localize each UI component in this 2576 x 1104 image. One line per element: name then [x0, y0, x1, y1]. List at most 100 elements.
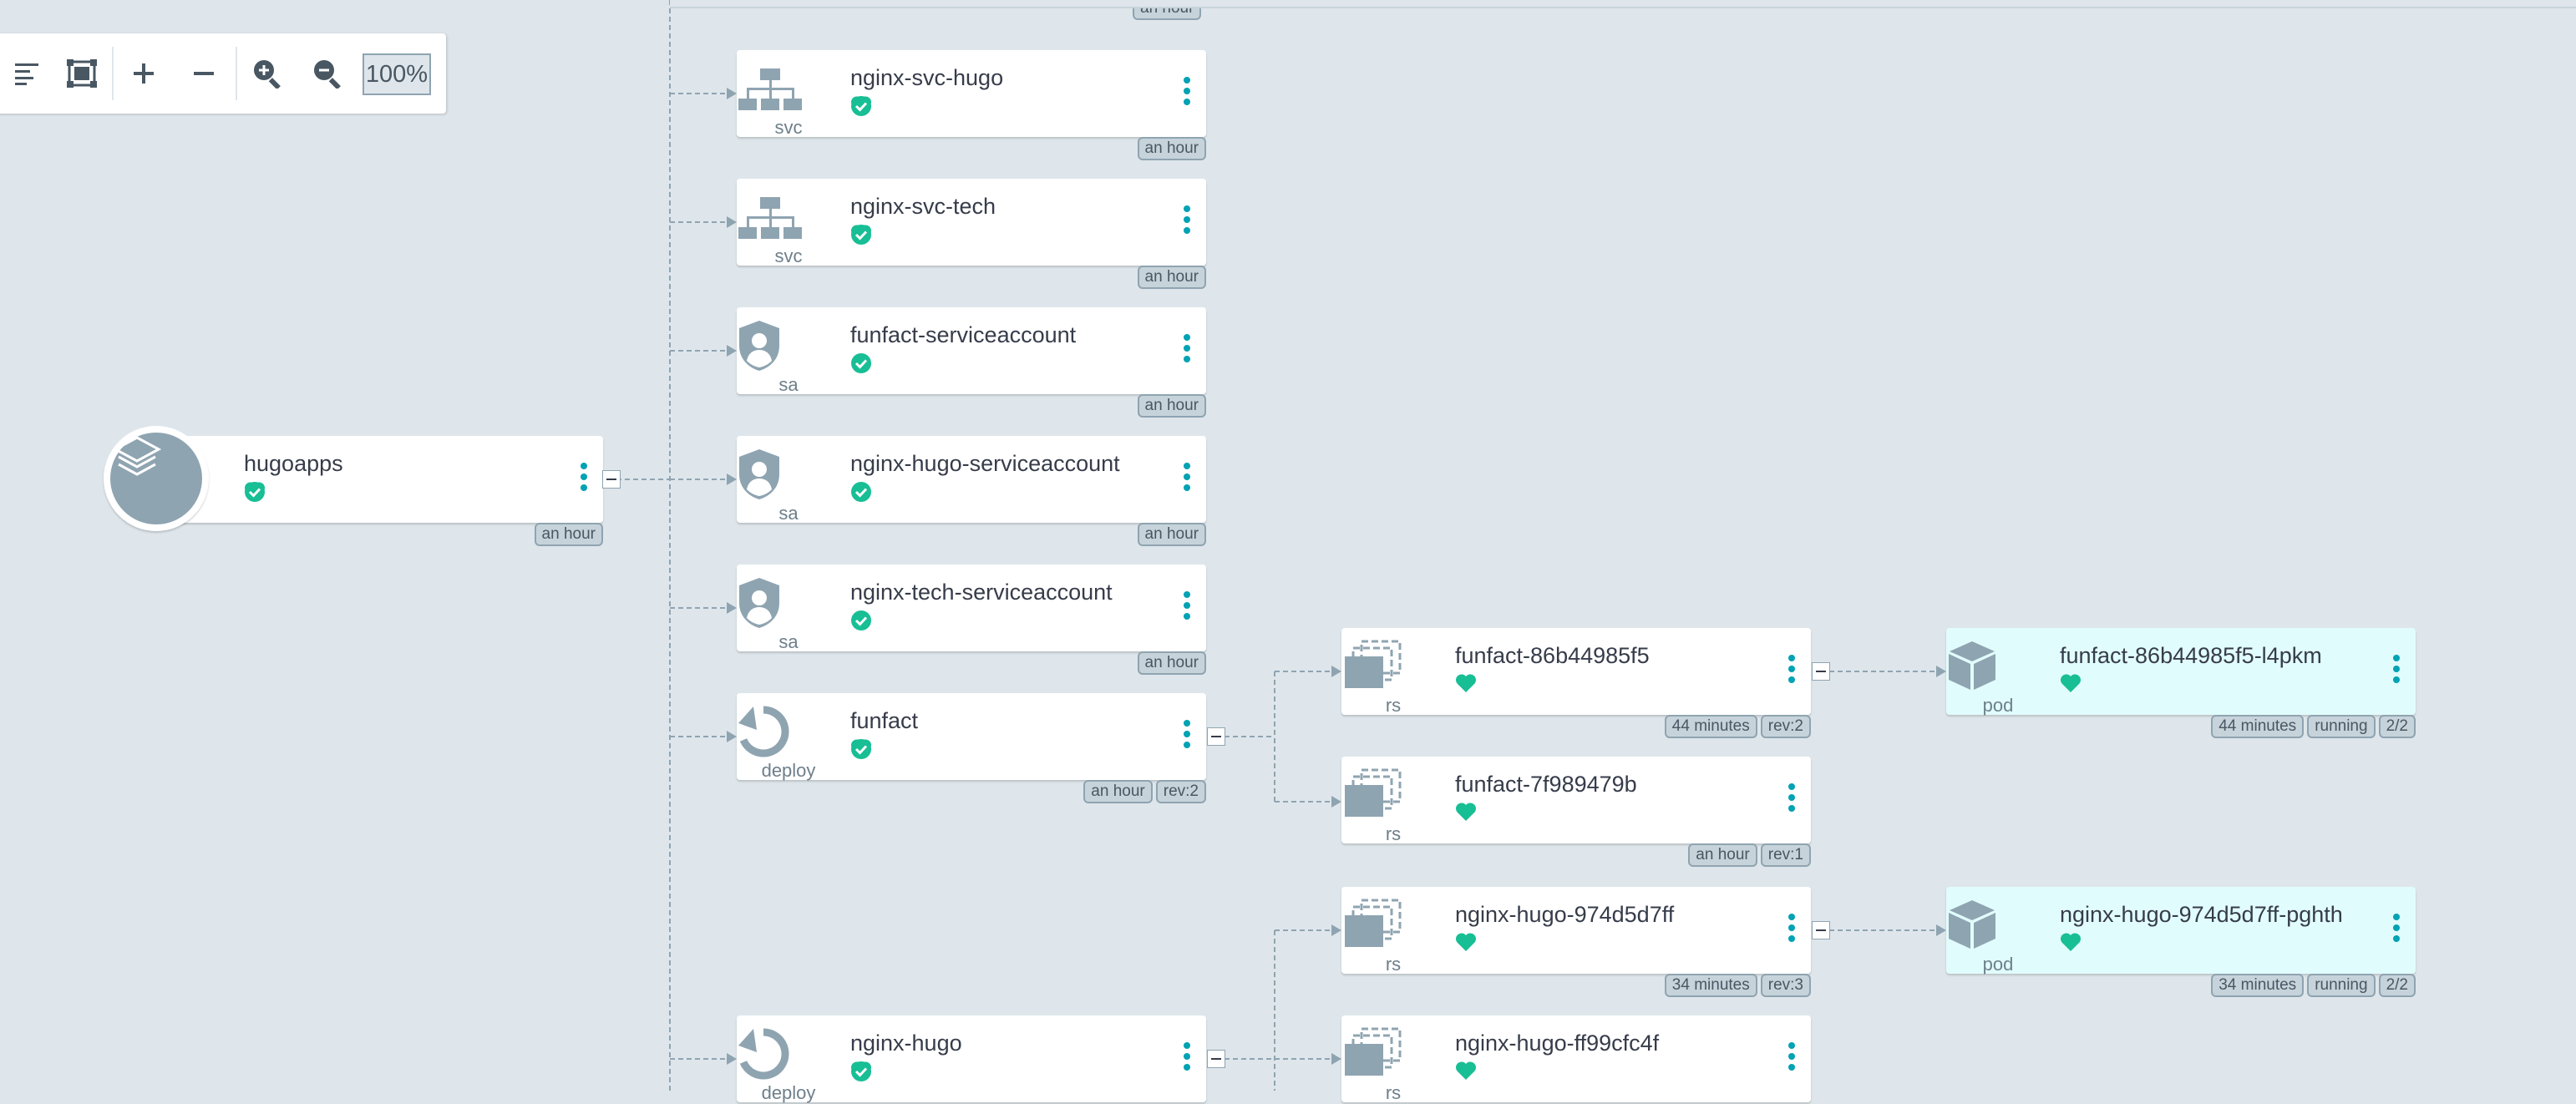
resource-node-rs[interactable]: rs nginx-hugo-ff99cfc4f — [1341, 1015, 1811, 1103]
resource-kind: sa — [778, 631, 799, 652]
resource-kind: deploy — [761, 1082, 816, 1103]
resource-name: funfact-86b44985f5-l4pkm — [2060, 643, 2322, 668]
resource-name: nginx-hugo-974d5d7ff-pghth — [2060, 902, 2343, 927]
tree-edge-arrow — [1331, 796, 1341, 808]
resource-node-rs[interactable]: rs funfact-7f989479b an hour rev:1 — [1341, 757, 1811, 867]
resource-name: nginx-tech-serviceaccount — [850, 580, 1113, 605]
collapse-toggle[interactable] — [1812, 921, 1830, 939]
node-tag: rev:3 — [1760, 974, 1811, 997]
more-actions-icon[interactable] — [1787, 783, 1796, 817]
fit-screen-icon[interactable] — [58, 50, 105, 97]
node-tags: an hour — [1137, 137, 1206, 160]
tree-edge-arrow — [1936, 666, 1946, 677]
resource-node-svc[interactable]: svc nginx-svc-hugo an hour — [737, 50, 1206, 160]
more-actions-icon[interactable] — [1183, 720, 1191, 753]
node-tags: 44 minutes rev:2 — [1664, 715, 1811, 738]
tree-edge-arrow — [727, 345, 737, 357]
tree-edge-arrow — [727, 88, 737, 99]
zoom-out-icon[interactable] — [304, 50, 351, 97]
more-actions-icon[interactable] — [1183, 463, 1191, 496]
zoom-level[interactable]: 100% — [363, 53, 431, 95]
node-tag: an hour — [534, 523, 603, 546]
more-actions-icon[interactable] — [1787, 1042, 1796, 1076]
application-node[interactable]: hugoapps an hour — [104, 426, 603, 546]
more-actions-icon[interactable] — [1183, 77, 1191, 110]
node-tags: an hour — [1137, 394, 1206, 418]
resource-kind: svc — [774, 117, 803, 138]
resource-kind: rs — [1385, 954, 1402, 975]
node-tag: rev:2 — [1760, 715, 1811, 738]
app-icon-circle — [104, 426, 209, 531]
resource-node-deploy[interactable]: deploy nginx-hugo — [737, 1015, 1206, 1103]
node-tag: an hour — [1137, 137, 1206, 160]
resource-kind: svc — [774, 246, 803, 266]
resource-node-rs[interactable]: rs funfact-86b44985f5 44 minutes rev:2 — [1341, 628, 1811, 738]
more-actions-icon[interactable] — [1183, 205, 1191, 239]
tree-edge-arrow — [727, 474, 737, 485]
tree-edge-arrow — [727, 602, 737, 614]
node-tag: an hour — [1688, 843, 1757, 867]
resource-name: funfact-7f989479b — [1455, 772, 1637, 797]
resource-node-sa[interactable]: sa funfact-serviceaccount an hour — [737, 307, 1206, 418]
align-left-icon[interactable] — [3, 50, 50, 97]
resource-kind: sa — [778, 503, 799, 524]
application-name: hugoapps — [244, 451, 343, 476]
resource-node-sa[interactable]: sa nginx-hugo-serviceaccount an hour — [737, 436, 1206, 546]
collapse-toggle[interactable] — [1812, 662, 1830, 681]
node-tag: 2/2 — [2378, 715, 2416, 738]
resource-name: nginx-svc-tech — [850, 194, 996, 219]
resource-node-svc[interactable]: svc nginx-svc-tech an hour — [737, 179, 1206, 289]
minus-icon[interactable] — [180, 50, 227, 97]
node-tags: an hour — [1137, 651, 1206, 675]
resource-kind: pod — [1982, 695, 2014, 716]
zoom-in-icon[interactable] — [244, 50, 291, 97]
node-tags: 34 minutes rev:3 — [1664, 974, 1811, 997]
node-tag: an hour — [1137, 266, 1206, 289]
tree-edge-arrow — [1936, 924, 1946, 936]
node-tag: 2/2 — [2378, 974, 2416, 997]
more-actions-icon[interactable] — [1787, 655, 1796, 688]
node-tags: 34 minutes running 2/2 — [2211, 974, 2416, 997]
resource-node-rs[interactable]: rs nginx-hugo-974d5d7ff 34 minutes rev:3 — [1341, 887, 1811, 997]
collapse-toggle[interactable] — [1207, 1050, 1225, 1068]
more-actions-icon[interactable] — [2392, 914, 2401, 947]
tree-edge-arrow — [727, 216, 737, 228]
resource-name: nginx-svc-hugo — [850, 65, 1004, 90]
node-tag: an hour — [1083, 780, 1153, 803]
resource-name: funfact-serviceaccount — [850, 322, 1077, 347]
more-actions-icon[interactable] — [1183, 591, 1191, 625]
node-tag: an hour — [1137, 523, 1206, 546]
resource-name: nginx-hugo-ff99cfc4f — [1455, 1031, 1660, 1056]
tree-edge-arrow — [1331, 666, 1341, 677]
tree-edge-arrow — [1331, 924, 1341, 936]
node-tag: an hour — [1137, 394, 1206, 418]
resource-kind: rs — [1385, 823, 1402, 844]
resource-node-sa[interactable]: sa nginx-tech-serviceaccount an hour — [737, 565, 1206, 675]
node-tag: running — [2307, 974, 2376, 997]
resource-kind: deploy — [761, 760, 816, 781]
node-tag: 34 minutes — [2211, 974, 2305, 997]
more-actions-icon[interactable] — [1787, 914, 1796, 947]
resource-node-deploy[interactable]: deploy funfact an hour rev:2 — [737, 693, 1206, 803]
resource-name: funfact-86b44985f5 — [1455, 643, 1650, 668]
tree-edge-arrow — [1331, 1053, 1341, 1065]
more-actions-icon[interactable] — [580, 463, 588, 496]
collapse-toggle[interactable] — [1207, 727, 1225, 746]
layers-icon — [110, 433, 202, 524]
node-tag: 44 minutes — [2211, 715, 2305, 738]
node-tags: an hour rev:2 — [1083, 780, 1206, 803]
node-tags: 44 minutes running 2/2 — [2211, 715, 2416, 738]
resource-node-pod[interactable]: pod nginx-hugo-974d5d7ff-pghth 34 minutes r… — [1946, 887, 2416, 997]
resource-node-pod[interactable]: pod funfact-86b44985f5-l4pkm 44 minutes run… — [1946, 628, 2416, 738]
more-actions-icon[interactable] — [1183, 334, 1191, 367]
more-actions-icon[interactable] — [2392, 655, 2401, 688]
resource-kind: rs — [1385, 695, 1402, 716]
more-actions-icon[interactable] — [1183, 1042, 1191, 1076]
resource-kind: sa — [778, 374, 799, 395]
node-tags: an hour — [1137, 266, 1206, 289]
resource-tree[interactable]: an hour hugoapps an hour svc nginx-svc-hu… — [0, 0, 2576, 1103]
plus-icon[interactable] — [120, 50, 167, 97]
collapse-toggle[interactable] — [602, 470, 621, 489]
resource-name: nginx-hugo — [850, 1031, 962, 1056]
resource-kind: rs — [1385, 1082, 1402, 1103]
